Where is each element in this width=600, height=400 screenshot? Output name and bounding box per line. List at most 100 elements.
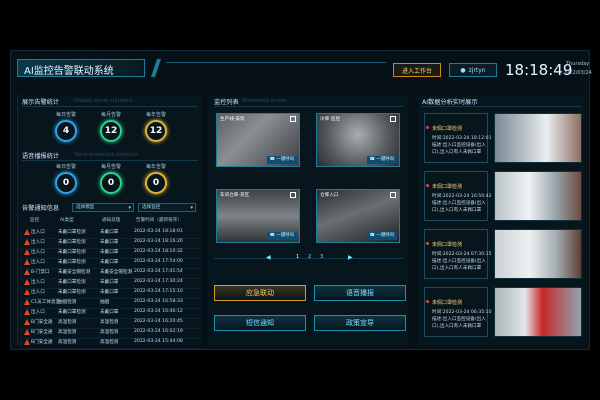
cell-ai-type: 未戴安全帽检测 bbox=[58, 270, 91, 275]
header-divider bbox=[166, 62, 386, 63]
call-label: 一键呼叫 bbox=[276, 233, 294, 238]
alarm-icon bbox=[24, 249, 30, 255]
user-icon: ● bbox=[460, 66, 466, 74]
voice-broadcast-button[interactable]: 语音播报 bbox=[314, 285, 406, 301]
alarm-card[interactable]: 未佩口罩检测 时间:2022-03-24 07:30:15 描述:出入口监控设备(出… bbox=[424, 229, 582, 279]
alarm-icon bbox=[24, 239, 30, 245]
next-page-icon[interactable]: ▶ bbox=[348, 254, 353, 261]
cell-action: 未戴口罩 bbox=[100, 230, 119, 235]
alarm-snapshot-image[interactable] bbox=[494, 171, 582, 221]
cell-ai-type: 高温检测 bbox=[58, 340, 77, 345]
table-row[interactable]: B门安全通 高温检测 高温检测 2022-03-24 15:44:08 bbox=[20, 337, 202, 349]
stat-daily-alarm: 每日告警 4 bbox=[48, 111, 84, 147]
cell-action: 高温检测 bbox=[100, 340, 119, 345]
cell-action: 高温检测 bbox=[100, 330, 119, 335]
stat-label: 每日告警 bbox=[55, 112, 76, 118]
user-button[interactable]: ● zjrtyn bbox=[449, 63, 497, 77]
card-time: 时间:2022-03-24 18:12:01 bbox=[432, 136, 492, 141]
phone-icon: ☎ bbox=[369, 233, 376, 238]
fullscreen-icon[interactable] bbox=[290, 116, 296, 122]
one-key-call-button[interactable]: ☎ 一键呼叫 bbox=[266, 232, 297, 240]
cell-action: 未戴口罩 bbox=[100, 260, 119, 265]
one-key-call-button[interactable]: ☎ 一键呼叫 bbox=[366, 156, 397, 164]
stat-ring: 12 bbox=[100, 120, 122, 142]
phone-icon: ☎ bbox=[369, 157, 376, 162]
camera-label: 车间仓库-货区 bbox=[220, 193, 250, 198]
alarm-card[interactable]: 未佩口罩检测 时间:2022-03-24 16:50:42 描述:出入口监控设备(出… bbox=[424, 171, 582, 221]
monitor-select[interactable]: 选择监控 ▾ bbox=[138, 203, 196, 212]
alarm-icon bbox=[24, 309, 30, 315]
emergency-linkage-button[interactable]: 应急联动 bbox=[214, 285, 306, 301]
call-label: 一键呼叫 bbox=[276, 157, 294, 162]
alarm-snapshot-image[interactable] bbox=[494, 229, 582, 279]
card-time: 时间:2022-03-24 07:30:15 bbox=[432, 252, 492, 257]
sms-notice-button[interactable]: 短信通知 bbox=[214, 315, 306, 331]
card-desc: 描述:出入口监控设备(出入 bbox=[432, 143, 486, 148]
cell-monitor: B-门禁口 bbox=[31, 270, 50, 275]
cell-time: 2022-03-24 16:58:33 bbox=[134, 299, 183, 304]
camera-tile-3[interactable]: 车间仓库-货区 ☎ 一键呼叫 bbox=[216, 189, 300, 243]
cell-ai-type: 高温检测 bbox=[58, 330, 77, 335]
alarm-icon bbox=[24, 329, 30, 335]
alarm-dot-icon bbox=[426, 126, 429, 129]
policy-publicity-button[interactable]: 政策宣导 bbox=[314, 315, 406, 331]
alarm-snapshot-image[interactable] bbox=[494, 287, 582, 337]
stat-ring: 12 bbox=[145, 120, 167, 142]
cell-action: 未戴口罩 bbox=[100, 250, 119, 255]
alarm-dot-icon bbox=[426, 300, 429, 303]
alarm-dot-icon bbox=[426, 242, 429, 245]
cell-time: 2022-03-24 18:10:32 bbox=[134, 249, 183, 254]
page-1[interactable]: 1 bbox=[296, 254, 299, 260]
fullscreen-icon[interactable] bbox=[390, 116, 396, 122]
fullscreen-icon[interactable] bbox=[290, 192, 296, 198]
camera-tile-4[interactable]: 仓库入口 ☎ 一键呼叫 bbox=[316, 189, 400, 243]
prev-page-icon[interactable]: ◀ bbox=[266, 254, 271, 261]
stat-ring: 0 bbox=[145, 172, 167, 194]
cell-time: 2022-03-24 18:18:01 bbox=[134, 229, 183, 234]
ai-analysis-title: AI数据分析实时展示 bbox=[422, 99, 478, 106]
page-3[interactable]: 3 bbox=[320, 254, 323, 260]
cell-ai-type: 未戴口罩检测 bbox=[58, 250, 86, 255]
stat-label: 每年告警 bbox=[145, 112, 166, 118]
card-title: 未佩口罩检测 bbox=[432, 242, 463, 248]
camera-tile-1[interactable]: 生产线-安装 ☎ 一键呼叫 bbox=[216, 113, 300, 167]
enter-workbench-button[interactable]: 进入工作台 bbox=[393, 63, 441, 77]
stat-yearly-alarm: 每年告警 12 bbox=[138, 111, 174, 147]
app-title: AI监控告警联动系统 bbox=[24, 66, 114, 77]
cell-monitor: 出入口 bbox=[31, 310, 45, 315]
stat-ring: 0 bbox=[55, 172, 77, 194]
cell-ai-type: 未戴口罩检测 bbox=[58, 230, 86, 235]
alarm-card[interactable]: 未佩口罩检测 时间:2022-03-24 06:35:10 描述:出入口监控设备(出… bbox=[424, 287, 582, 337]
alarm-icon bbox=[24, 319, 30, 325]
page-2[interactable]: 2 bbox=[308, 254, 311, 260]
cell-time: 2022-03-24 16:02:19 bbox=[134, 329, 183, 334]
clock-date: 2022/03/24 bbox=[563, 70, 592, 76]
middle-panel: 监控列表 Monitoring screen 生产线-安装 ☎ 一键呼叫 冷库-… bbox=[208, 95, 408, 345]
col-time: 告警时间（最新排序） bbox=[136, 218, 182, 223]
cell-time: 2022-03-24 17:41:54 bbox=[134, 269, 183, 274]
dashboard-screen: AI监控告警联动系统 进入工作台 ● zjrtyn 18:18:49 Thurs… bbox=[10, 50, 592, 350]
model-select[interactable]: 选择模型 ▾ bbox=[72, 203, 134, 212]
one-key-call-button[interactable]: ☎ 一键呼叫 bbox=[266, 156, 297, 164]
cell-ai-type: 抽烟检测 bbox=[58, 300, 77, 305]
section-divider bbox=[214, 106, 404, 107]
stat-ring: 0 bbox=[100, 172, 122, 194]
cell-ai-type: 高温检测 bbox=[58, 320, 77, 325]
cell-monitor: 出入口 bbox=[31, 280, 45, 285]
alarm-icon bbox=[24, 259, 30, 265]
alarm-card[interactable]: 未佩口罩检测 时间:2022-03-24 18:12:01 描述:出入口监控设备(出… bbox=[424, 113, 582, 163]
cell-monitor: 出入口 bbox=[31, 250, 45, 255]
cell-monitor: 出入口 bbox=[31, 240, 45, 245]
alarm-icon bbox=[24, 299, 30, 305]
camera-tile-2[interactable]: 冷库-监控 ☎ 一键呼叫 bbox=[316, 113, 400, 167]
fullscreen-icon[interactable] bbox=[390, 192, 396, 198]
alarm-icon bbox=[24, 229, 30, 235]
monitor-select-value: 选择监控 bbox=[142, 205, 161, 210]
cell-time: 2022-03-24 18:16:20 bbox=[134, 239, 183, 244]
cell-action: 未戴口罩 bbox=[100, 240, 119, 245]
alarm-snapshot-image[interactable] bbox=[494, 113, 582, 163]
cell-action: 未戴安全帽检测 bbox=[100, 270, 133, 275]
user-name: zjrtyn bbox=[468, 66, 486, 74]
chevron-down-icon: ▾ bbox=[128, 205, 131, 211]
one-key-call-button[interactable]: ☎ 一键呼叫 bbox=[366, 232, 397, 240]
